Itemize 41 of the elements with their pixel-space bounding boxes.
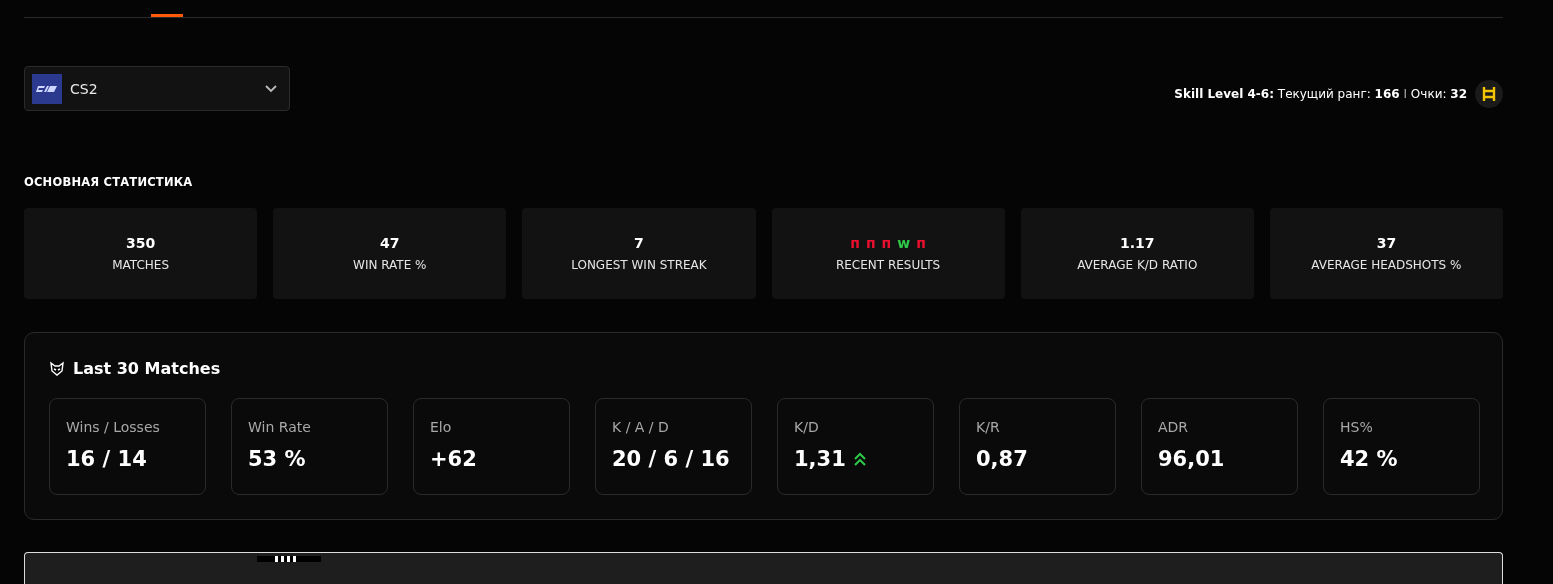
panel-title: Last 30 Matches [73,359,221,378]
stat-label: Wins / Losses [66,419,161,435]
stat-label: ADR [1158,419,1190,435]
stat-label: AVERAGE K/D RATIO [1077,258,1198,272]
stat-label: LONGEST WIN STREAK [571,258,707,272]
stat-label: K/D [794,419,820,435]
game-select[interactable]: CS2 [24,66,290,111]
stat-value: 42 % [1340,447,1398,471]
stat-value: 96,01 [1158,447,1225,471]
stat-label: HS% [1340,419,1374,435]
stat-value: 350 [125,235,156,251]
stat-value: 20 / 6 / 16 [612,447,730,471]
stat-value: 0,87 [976,447,1028,471]
stat-label: AVERAGE HEADSHOTS % [1311,258,1462,272]
stat-label: Elo [430,419,453,435]
wolf-head-icon [49,360,65,377]
ladder-icon [1475,80,1503,108]
stat-value: 53 % [248,447,306,471]
stat-value: 47 [380,235,400,251]
stat-value: +62 [430,447,477,471]
stat-value: 16 / 14 [66,447,147,471]
stat-value: 1,31 [794,447,846,471]
stat-label: MATCHES [112,258,169,272]
result-letter: п [850,235,860,251]
stat-value: 37 [1376,235,1397,251]
result-letter: п [865,235,876,251]
game-logo-icon [32,73,62,104]
chevron-down-icon [265,84,277,93]
skill-level-text: Skill Level 4-6: Текущий ранг: 166 I Очки: 32 [1174,87,1467,101]
stat-value: 1.17 [1119,235,1155,251]
result-letter: п [881,235,892,251]
section-title: ОСНОВНАЯ СТАТИСТИКА [24,175,194,189]
stat-label: K / A / D [612,419,670,435]
stat-label: Win Rate [248,419,312,435]
stat-label: WIN RATE % [353,258,427,272]
select-value: CS2 [70,80,99,97]
stat-label: RECENT RESULTS [835,258,941,272]
result-letter: w [897,235,911,251]
stat-label: K/R [976,419,1001,435]
stat-value: 7 [634,235,644,251]
result-letter: п [916,235,926,251]
